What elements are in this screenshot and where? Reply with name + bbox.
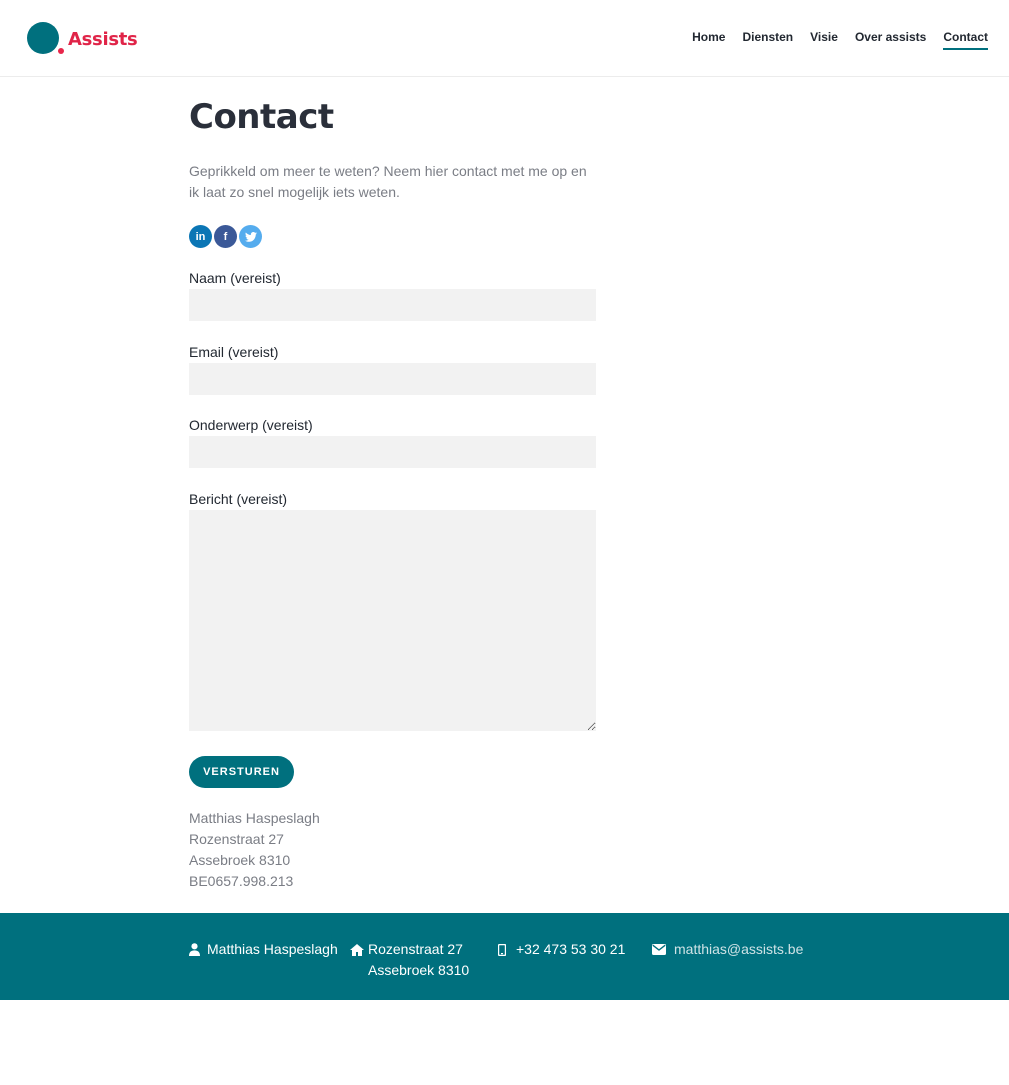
twitter-bird-shape [244, 231, 257, 242]
name-label: Naam (vereist) [189, 270, 281, 286]
site-logo[interactable]: Assists [27, 22, 138, 56]
nav-item-over-assists[interactable]: Over assists [855, 30, 926, 50]
address-city: Assebroek 8310 [189, 852, 291, 868]
site-header: Assists Home Diensten Visie Over assists… [0, 0, 1009, 77]
email-input[interactable] [189, 363, 596, 395]
nav-item-home[interactable]: Home [692, 30, 725, 50]
envelope-icon [652, 939, 674, 960]
footer-address-item: Rozenstraat 27 Assebroek 8310 [350, 939, 469, 981]
address-name: Matthias Haspeslagh [189, 810, 320, 826]
user-icon [189, 939, 207, 960]
footer-address: Rozenstraat 27 Assebroek 8310 [368, 939, 469, 981]
name-input[interactable] [189, 289, 596, 321]
nav-item-contact[interactable]: Contact [943, 30, 988, 50]
footer-name: Matthias Haspeslagh [207, 941, 338, 957]
address-block: Matthias Haspeslagh Rozenstraat 27 Asseb… [189, 808, 320, 892]
footer-email-item: matthias@assists.be [652, 939, 803, 960]
email-field-group: Email (vereist) [189, 343, 596, 395]
message-textarea[interactable] [189, 510, 596, 731]
linkedin-icon[interactable]: in [189, 225, 212, 248]
page-title: Contact [189, 97, 334, 137]
name-field-group: Naam (vereist) [189, 269, 596, 321]
intro-text: Geprikkeld om meer te weten? Neem hier c… [189, 163, 587, 200]
facebook-icon[interactable]: f [214, 225, 237, 248]
subject-label: Onderwerp (vereist) [189, 417, 313, 433]
submit-button[interactable]: VERSTUREN [189, 756, 294, 788]
site-footer: Matthias Haspeslagh Rozenstraat 27 Asseb… [0, 913, 1009, 1000]
main-content: Contact Geprikkeld om meer te weten? Nee… [189, 97, 609, 889]
footer-phone: +32 473 53 30 21 [516, 941, 626, 957]
linkedin-glyph: in [195, 230, 206, 243]
facebook-glyph: f [223, 230, 228, 243]
footer-phone-item: +32 473 53 30 21 [498, 939, 625, 960]
home-icon [350, 939, 368, 960]
twitter-icon[interactable] [239, 225, 262, 248]
footer-street: Rozenstraat 27 [368, 941, 463, 957]
mobile-phone-icon [498, 939, 516, 960]
logo-text: Assists [68, 28, 138, 50]
subject-input[interactable] [189, 436, 596, 468]
address-vat: BE0657.998.213 [189, 873, 294, 889]
address-street: Rozenstraat 27 [189, 831, 284, 847]
main-nav: Home Diensten Visie Over assists Contact [692, 30, 988, 50]
social-links: in f [189, 225, 609, 248]
footer-email-link[interactable]: matthias@assists.be [674, 939, 803, 960]
nav-item-visie[interactable]: Visie [810, 30, 838, 50]
footer-city: Assebroek 8310 [368, 962, 470, 978]
footer-name-item: Matthias Haspeslagh [189, 939, 338, 960]
email-label: Email (vereist) [189, 344, 279, 360]
message-field-group: Bericht (vereist) [189, 490, 596, 731]
subject-field-group: Onderwerp (vereist) [189, 416, 596, 468]
message-label: Bericht (vereist) [189, 491, 288, 507]
logo-bubble-icon [27, 22, 65, 56]
nav-item-diensten[interactable]: Diensten [742, 30, 793, 50]
